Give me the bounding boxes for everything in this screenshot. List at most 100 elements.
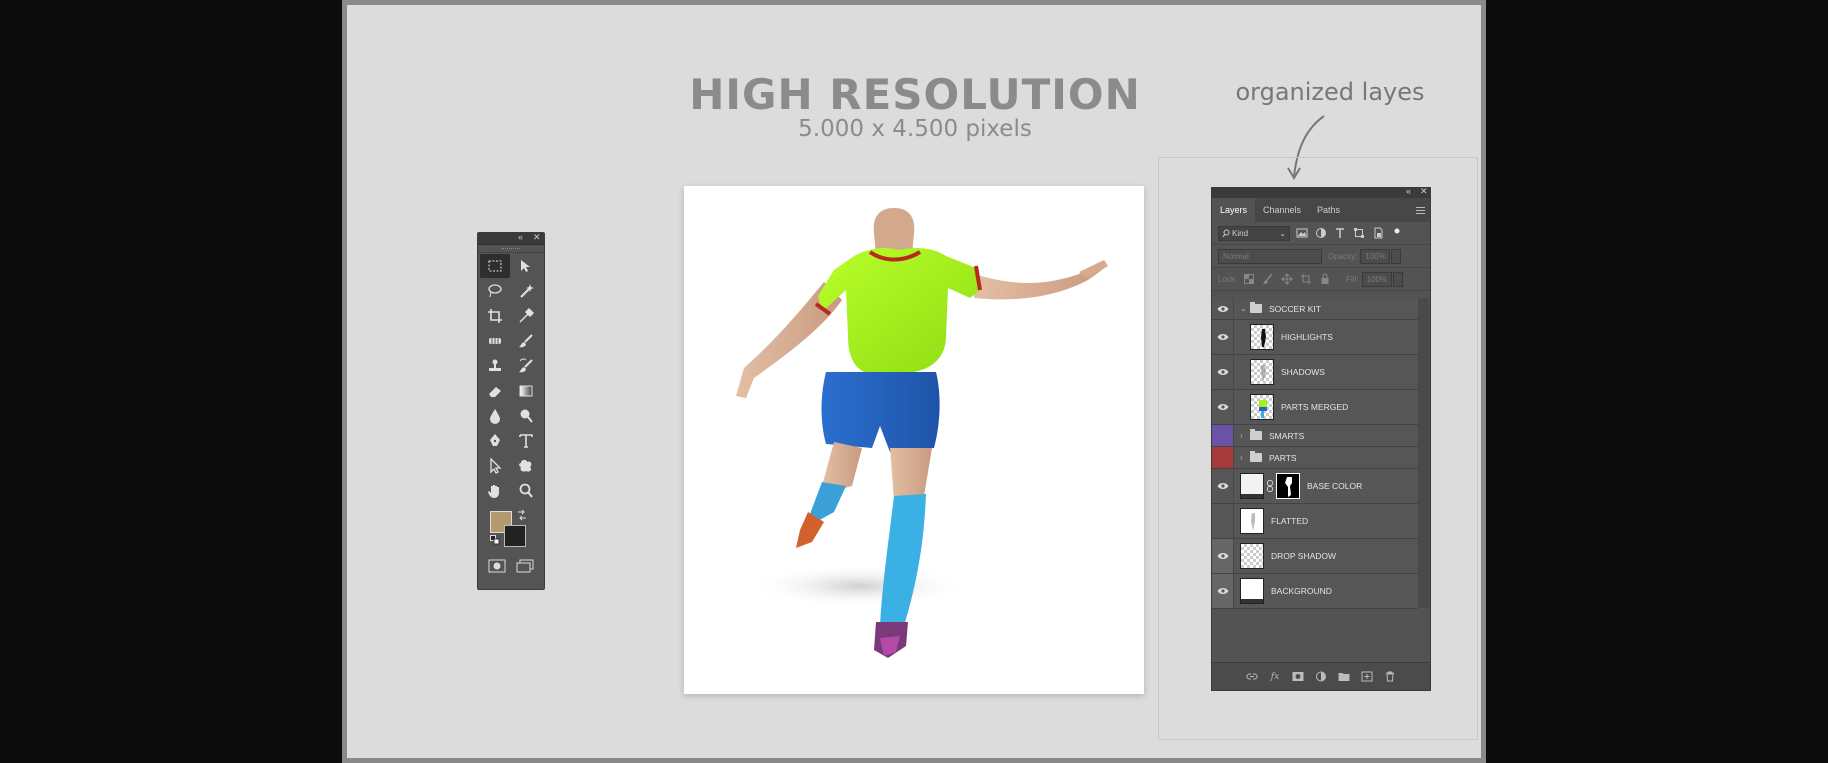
layer-group-soccer-kit[interactable]: ⌄ SOCCER KIT bbox=[1212, 298, 1418, 320]
layer-name: SOCCER KIT bbox=[1269, 303, 1321, 314]
swap-colors-icon[interactable] bbox=[516, 509, 528, 521]
lock-all-icon[interactable] bbox=[1318, 272, 1332, 286]
layer-group-parts[interactable]: › PARTS bbox=[1212, 447, 1418, 469]
layer-flatted[interactable]: FLATTED bbox=[1212, 504, 1418, 539]
shape-icon[interactable] bbox=[511, 454, 541, 478]
shape-filter-icon[interactable] bbox=[1352, 226, 1366, 240]
blend-mode-select[interactable]: Normal bbox=[1218, 248, 1322, 264]
opacity-input[interactable]: 100% bbox=[1360, 248, 1391, 264]
tools-panel: « ✕ bbox=[477, 232, 545, 590]
filter-toggle-icon[interactable] bbox=[1390, 226, 1404, 240]
type-filter-icon[interactable] bbox=[1333, 226, 1347, 240]
tab-paths[interactable]: Paths bbox=[1309, 198, 1348, 222]
collapse-icon[interactable]: « bbox=[518, 232, 523, 242]
layer-mask-thumbnail[interactable] bbox=[1276, 473, 1300, 499]
visibility-eye-icon[interactable] bbox=[1212, 320, 1234, 354]
pixel-filter-icon[interactable] bbox=[1295, 226, 1309, 240]
filter-kind-select[interactable]: Kind ⌄ bbox=[1218, 225, 1290, 241]
visibility-eye-icon[interactable] bbox=[1212, 298, 1234, 319]
gradient-icon[interactable] bbox=[511, 379, 541, 403]
visibility-eye-icon[interactable] bbox=[1212, 574, 1234, 608]
dodge-icon[interactable] bbox=[511, 404, 541, 428]
brush-icon[interactable] bbox=[511, 329, 541, 353]
hidden-visibility-toggle[interactable] bbox=[1212, 504, 1234, 538]
chevron-down-icon[interactable]: ⌄ bbox=[1240, 304, 1247, 313]
close-icon[interactable]: ✕ bbox=[533, 232, 541, 243]
layer-highlights[interactable]: HIGHLIGHTS bbox=[1212, 320, 1418, 355]
smart-object-filter-icon[interactable] bbox=[1371, 226, 1385, 240]
tools-panel-grip[interactable] bbox=[478, 245, 544, 253]
opacity-slider-button[interactable] bbox=[1391, 248, 1402, 264]
tools-grid bbox=[478, 253, 544, 505]
eyedropper-icon[interactable] bbox=[511, 304, 541, 328]
quick-mask-icon[interactable] bbox=[488, 559, 506, 573]
tools-panel-titlebar[interactable]: « ✕ bbox=[478, 232, 544, 245]
layers-panel-titlebar[interactable]: « ✕ bbox=[1212, 186, 1430, 198]
layer-group-smarts[interactable]: › SMARTS bbox=[1212, 425, 1418, 447]
layer-base-color[interactable]: BASE COLOR bbox=[1212, 469, 1418, 504]
lock-transparent-icon[interactable] bbox=[1242, 272, 1256, 286]
hidden-visibility-toggle[interactable] bbox=[1212, 447, 1234, 468]
lock-pixels-icon[interactable] bbox=[1261, 272, 1275, 286]
blur-icon[interactable] bbox=[480, 404, 510, 428]
lock-position-icon[interactable] bbox=[1280, 272, 1294, 286]
type-icon[interactable] bbox=[511, 429, 541, 453]
pen-icon[interactable] bbox=[480, 429, 510, 453]
tab-channels[interactable]: Channels bbox=[1255, 198, 1309, 222]
new-group-icon[interactable] bbox=[1336, 670, 1352, 684]
layer-shadows[interactable]: SHADOWS bbox=[1212, 355, 1418, 390]
lock-artboard-icon[interactable] bbox=[1299, 272, 1313, 286]
visibility-eye-icon[interactable] bbox=[1212, 390, 1234, 424]
lasso-icon[interactable] bbox=[480, 279, 510, 303]
link-layers-icon[interactable] bbox=[1244, 670, 1260, 684]
rectangular-marquee-icon[interactable] bbox=[480, 254, 510, 278]
layer-parts-merged[interactable]: PARTS MERGED bbox=[1212, 390, 1418, 425]
visibility-eye-icon[interactable] bbox=[1212, 355, 1234, 389]
adjustment-filter-icon[interactable] bbox=[1314, 226, 1328, 240]
background-color-swatch[interactable] bbox=[504, 525, 526, 547]
eraser-icon[interactable] bbox=[480, 379, 510, 403]
layer-thumbnail bbox=[1250, 394, 1274, 420]
move-icon[interactable] bbox=[511, 254, 541, 278]
color-swatches bbox=[478, 505, 544, 555]
magic-wand-icon[interactable] bbox=[511, 279, 541, 303]
fx-icon[interactable]: fx bbox=[1267, 670, 1283, 684]
zoom-icon[interactable] bbox=[511, 479, 541, 503]
add-mask-icon[interactable] bbox=[1290, 670, 1306, 684]
history-brush-icon[interactable] bbox=[511, 354, 541, 378]
layer-thumbnail bbox=[1250, 359, 1274, 385]
collapse-icon[interactable]: « bbox=[1406, 186, 1411, 196]
layer-drop-shadow[interactable]: DROP SHADOW bbox=[1212, 539, 1418, 574]
trash-icon[interactable] bbox=[1382, 670, 1398, 684]
layer-background[interactable]: BACKGROUND bbox=[1212, 574, 1418, 609]
close-icon[interactable]: ✕ bbox=[1420, 186, 1428, 197]
layers-scrollbar[interactable] bbox=[1418, 298, 1429, 608]
visibility-eye-icon[interactable] bbox=[1212, 539, 1234, 573]
screen-mode-icon[interactable] bbox=[516, 559, 534, 573]
fill-slider-button[interactable] bbox=[1392, 271, 1403, 287]
panel-menu-icon[interactable] bbox=[1416, 207, 1425, 214]
fill-input[interactable]: 100% bbox=[1361, 271, 1392, 287]
layer-name: FLATTED bbox=[1271, 516, 1309, 526]
folder-icon bbox=[1250, 302, 1262, 313]
clone-stamp-icon[interactable] bbox=[480, 354, 510, 378]
default-colors-icon[interactable] bbox=[490, 535, 500, 545]
adjustment-layer-icon[interactable] bbox=[1313, 670, 1329, 684]
chevron-down-icon: ⌄ bbox=[1279, 228, 1286, 238]
layer-thumbnail bbox=[1240, 473, 1264, 499]
fill-label: Fill: bbox=[1346, 274, 1359, 284]
chevron-right-icon[interactable]: › bbox=[1240, 431, 1246, 440]
tab-layers[interactable]: Layers bbox=[1212, 198, 1256, 222]
healing-brush-icon[interactable] bbox=[480, 329, 510, 353]
crop-icon[interactable] bbox=[480, 304, 510, 328]
hidden-visibility-toggle[interactable] bbox=[1212, 425, 1234, 446]
visibility-eye-icon[interactable] bbox=[1212, 469, 1234, 503]
link-icon[interactable] bbox=[1267, 480, 1273, 492]
path-selection-icon[interactable] bbox=[480, 454, 510, 478]
hand-icon[interactable] bbox=[480, 479, 510, 503]
folder-icon bbox=[1250, 451, 1262, 462]
new-layer-icon[interactable] bbox=[1359, 670, 1375, 684]
layer-thumbnail bbox=[1240, 543, 1264, 569]
blend-row: Normal Opacity: 100% bbox=[1212, 245, 1430, 268]
chevron-right-icon[interactable]: › bbox=[1240, 453, 1246, 462]
